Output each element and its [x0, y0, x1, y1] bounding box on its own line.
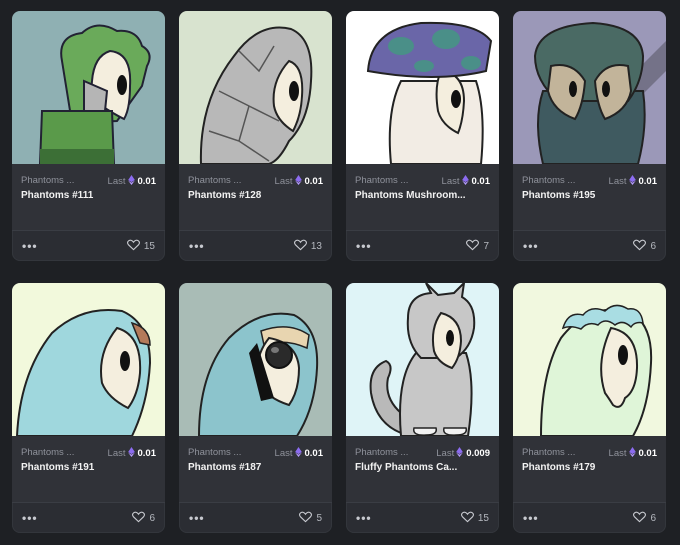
- like-button[interactable]: 7: [466, 239, 489, 252]
- heart-icon: [132, 511, 146, 523]
- collection-name[interactable]: Phantoms ...: [188, 447, 241, 458]
- like-button[interactable]: 15: [126, 239, 155, 252]
- eth-icon: [127, 447, 135, 457]
- like-count: 13: [310, 241, 322, 252]
- heart-icon: [299, 511, 313, 523]
- nft-name[interactable]: Phantoms #191: [21, 461, 151, 475]
- heart-icon: [466, 239, 480, 251]
- nft-name[interactable]: Phantoms #187: [188, 461, 318, 475]
- nft-card[interactable]: Phantoms ... Last 0.01 Phantoms #128 ••• …: [179, 11, 332, 261]
- like-count: 5: [316, 513, 322, 524]
- last-sale-price: 0.01: [638, 448, 658, 459]
- more-dots-icon[interactable]: •••: [22, 239, 38, 253]
- nft-artwork-image[interactable]: [346, 283, 499, 436]
- collection-name[interactable]: Phantoms ...: [21, 175, 74, 186]
- last-sale-price: 0.01: [471, 176, 491, 187]
- heart-icon: [633, 239, 647, 251]
- more-dots-icon[interactable]: •••: [22, 511, 38, 525]
- last-sale: Last 0.01: [608, 447, 658, 459]
- nft-card[interactable]: Phantoms ... Last 0.01 Phantoms #187 ••• …: [179, 283, 332, 533]
- nft-name[interactable]: Phantoms Mushroom...: [355, 189, 485, 203]
- more-dots-icon[interactable]: •••: [356, 239, 372, 253]
- nft-artwork-image[interactable]: [179, 283, 332, 436]
- last-sale-price: 0.009: [466, 448, 490, 459]
- like-button[interactable]: 13: [293, 239, 322, 252]
- like-button[interactable]: 15: [460, 511, 489, 524]
- like-count: 6: [650, 513, 656, 524]
- eth-icon: [294, 447, 302, 457]
- eth-icon: [628, 175, 636, 185]
- like-count: 6: [650, 241, 656, 252]
- nft-card[interactable]: Phantoms ... Last 0.01 Phantoms #111 ••• …: [12, 11, 165, 261]
- last-sale-price: 0.01: [137, 448, 157, 459]
- nft-artwork-image[interactable]: [179, 11, 332, 164]
- nft-artwork-image[interactable]: [12, 283, 165, 436]
- like-button[interactable]: 6: [132, 511, 155, 524]
- last-sale-price: 0.01: [638, 176, 658, 187]
- last-sale-price: 0.01: [304, 448, 324, 459]
- like-count: 6: [149, 513, 155, 524]
- heart-icon: [126, 239, 140, 251]
- nft-name[interactable]: Phantoms #195: [522, 189, 652, 203]
- nft-card[interactable]: Phantoms ... Last 0.01 Phantoms #195 ••• …: [513, 11, 666, 261]
- nft-card[interactable]: Phantoms ... Last 0.01 Phantoms #191 ••• …: [12, 283, 165, 533]
- like-count: 15: [143, 241, 155, 252]
- heart-icon: [293, 239, 307, 251]
- last-sale: Last 0.01: [441, 175, 491, 187]
- more-dots-icon[interactable]: •••: [523, 511, 539, 525]
- last-sale: Last 0.01: [274, 175, 324, 187]
- more-dots-icon[interactable]: •••: [189, 511, 205, 525]
- collection-name[interactable]: Phantoms ...: [355, 175, 408, 186]
- nft-name[interactable]: Fluffy Phantoms Ca...: [355, 461, 485, 475]
- collection-name[interactable]: Phantoms ...: [21, 447, 74, 458]
- nft-name[interactable]: Phantoms #128: [188, 189, 318, 203]
- like-count: 7: [483, 241, 489, 252]
- nft-name[interactable]: Phantoms #179: [522, 461, 652, 475]
- nft-artwork-image[interactable]: [513, 283, 666, 436]
- nft-card[interactable]: Phantoms ... Last 0.01 Phantoms Mushroom.…: [346, 11, 499, 261]
- nft-artwork-image[interactable]: [346, 11, 499, 164]
- collection-name[interactable]: Phantoms ...: [188, 175, 241, 186]
- nft-name[interactable]: Phantoms #111: [21, 189, 151, 203]
- nft-card[interactable]: Phantoms ... Last 0.009 Fluffy Phantoms C…: [346, 283, 499, 533]
- last-sale: Last 0.01: [107, 447, 157, 459]
- like-button[interactable]: 6: [633, 239, 656, 252]
- last-sale: Last 0.01: [608, 175, 658, 187]
- eth-icon: [456, 447, 464, 457]
- eth-icon: [628, 447, 636, 457]
- heart-icon: [460, 511, 474, 523]
- collection-name[interactable]: Phantoms ...: [522, 175, 575, 186]
- last-sale-price: 0.01: [137, 176, 157, 187]
- like-count: 15: [477, 513, 489, 524]
- collection-name[interactable]: Phantoms ...: [355, 447, 408, 458]
- eth-icon: [127, 175, 135, 185]
- collection-name[interactable]: Phantoms ...: [522, 447, 575, 458]
- nft-card[interactable]: Phantoms ... Last 0.01 Phantoms #179 ••• …: [513, 283, 666, 533]
- last-sale-price: 0.01: [304, 176, 324, 187]
- heart-icon: [633, 511, 647, 523]
- last-sale: Last 0.01: [107, 175, 157, 187]
- last-sale: Last 0.009: [436, 447, 490, 459]
- like-button[interactable]: 6: [633, 511, 656, 524]
- more-dots-icon[interactable]: •••: [523, 239, 539, 253]
- nft-artwork-image[interactable]: [513, 11, 666, 164]
- like-button[interactable]: 5: [299, 511, 322, 524]
- more-dots-icon[interactable]: •••: [356, 511, 372, 525]
- eth-icon: [294, 175, 302, 185]
- eth-icon: [461, 175, 469, 185]
- last-sale: Last 0.01: [274, 447, 324, 459]
- more-dots-icon[interactable]: •••: [189, 239, 205, 253]
- nft-artwork-image[interactable]: [12, 11, 165, 164]
